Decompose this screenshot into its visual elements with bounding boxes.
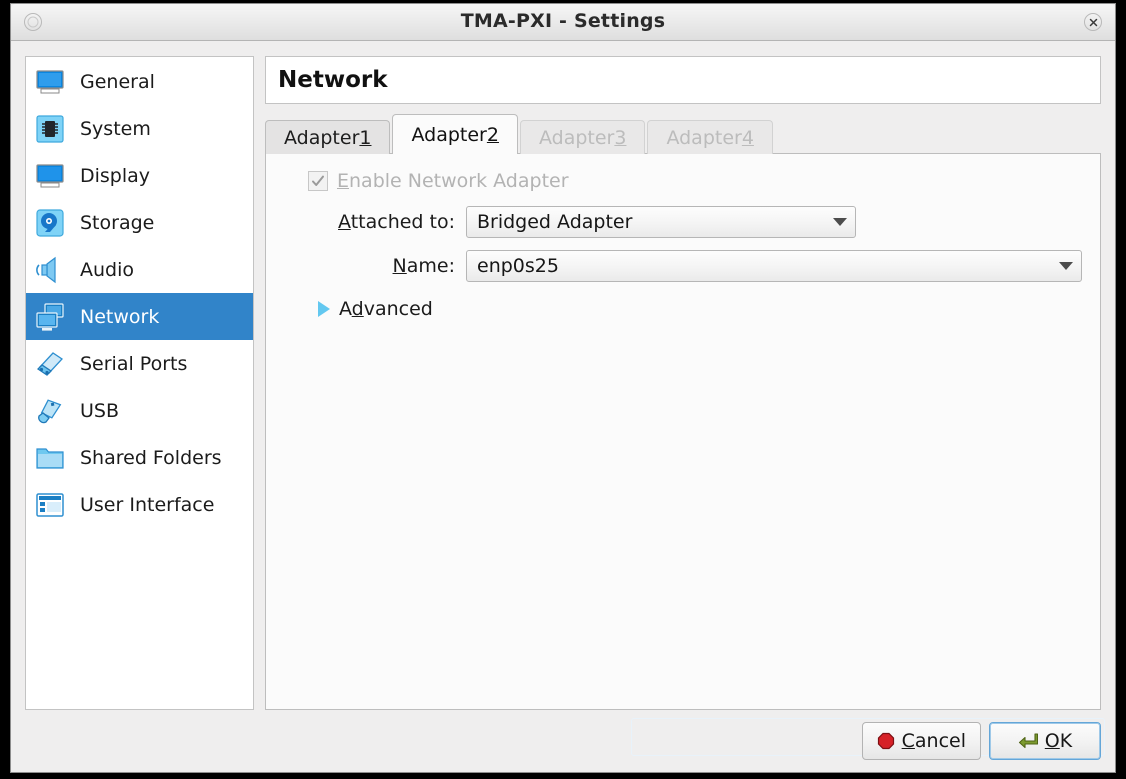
sidebar-item-label: Serial Ports: [80, 352, 188, 375]
enable-network-adapter-label: Enable Network Adapter: [337, 170, 569, 192]
tab-strip: Adapter 1 Adapter 2 Adapter 3 Adapter 4: [265, 114, 1101, 154]
sidebar-item-label: Audio: [80, 258, 135, 281]
dialog-footer: Cancel OK: [11, 710, 1115, 772]
sidebar-item-general[interactable]: General: [26, 58, 253, 105]
tab-adapter-4: Adapter 4: [647, 120, 773, 154]
close-icon[interactable]: [1084, 13, 1102, 31]
tab-mnemonic: 2: [486, 123, 499, 146]
right-pane: Network Adapter 1 Adapter 2 Adapter 3 Ad…: [265, 56, 1101, 710]
cancel-label: Cancel: [901, 730, 966, 752]
speaker-icon: [33, 253, 67, 287]
sidebar-item-label: Storage: [80, 211, 155, 234]
attached-to-value: Bridged Adapter: [477, 211, 633, 233]
sidebar-item-user-interface[interactable]: User Interface: [26, 481, 253, 528]
page-header: Network: [265, 56, 1101, 104]
monitor-display-icon: [33, 159, 67, 193]
sidebar-item-label: General: [80, 70, 155, 93]
ok-label: OK: [1044, 730, 1073, 752]
chevron-down-icon: [833, 218, 847, 226]
attached-to-combobox[interactable]: Bridged Adapter: [466, 206, 856, 238]
dialog-body: General System Display Storage Audio Net…: [11, 41, 1115, 772]
tab-mnemonic: 4: [741, 126, 754, 149]
hard-disk-icon: [33, 206, 67, 240]
tab-adapter-3: Adapter 3: [519, 120, 646, 154]
adapter-2-panel: Enable Network Adapter Attached to: Brid…: [265, 153, 1101, 710]
tab-label: Adapter: [666, 126, 742, 149]
name-row: Name: enp0s25: [278, 250, 1082, 282]
stop-sign-icon: [877, 732, 894, 750]
attached-to-row: Attached to: Bridged Adapter: [278, 206, 1082, 238]
tab-mnemonic: 1: [359, 126, 372, 149]
serial-port-icon: [33, 347, 67, 381]
advanced-disclosure[interactable]: Advanced: [278, 298, 1082, 320]
sidebar-item-shared-folders[interactable]: Shared Folders: [26, 434, 253, 481]
sidebar-item-display[interactable]: Display: [26, 152, 253, 199]
settings-window: TMA-PXI - Settings General System Displa…: [10, 3, 1116, 773]
advanced-label: Advanced: [339, 298, 433, 320]
settings-category-list[interactable]: General System Display Storage Audio Net…: [25, 56, 254, 710]
tab-adapter-1[interactable]: Adapter 1: [265, 120, 391, 154]
sidebar-item-label: System: [80, 117, 151, 140]
sidebar-item-usb[interactable]: USB: [26, 387, 253, 434]
sidebar-item-label: User Interface: [80, 493, 215, 516]
sidebar-item-label: USB: [80, 399, 120, 422]
network-monitors-icon: [33, 300, 67, 334]
sidebar-item-serial-ports[interactable]: Serial Ports: [26, 340, 253, 387]
monitor-general-icon: [33, 65, 67, 99]
triangle-right-icon: [318, 301, 330, 317]
adapter-tabs: Adapter 1 Adapter 2 Adapter 3 Adapter 4: [265, 114, 1101, 710]
sidebar-item-audio[interactable]: Audio: [26, 246, 253, 293]
tab-adapter-2[interactable]: Adapter 2: [392, 114, 518, 154]
ok-button[interactable]: OK: [989, 722, 1101, 760]
sidebar-item-storage[interactable]: Storage: [26, 199, 253, 246]
attached-to-label: Attached to:: [338, 211, 455, 233]
sidebar-item-network[interactable]: Network: [26, 293, 253, 340]
tab-label: Adapter: [538, 126, 615, 149]
enable-network-adapter-checkbox: [308, 171, 328, 191]
checkmark-icon: [312, 175, 324, 186]
sidebar-item-label: Shared Folders: [80, 446, 222, 469]
page-title: Network: [278, 67, 388, 93]
cpu-chip-icon: [33, 112, 67, 146]
sidebar-item-system[interactable]: System: [26, 105, 253, 152]
name-label: Name:: [392, 255, 455, 277]
usb-plug-icon: [33, 394, 67, 428]
tab-mnemonic: 3: [614, 126, 627, 149]
sidebar-item-label: Display: [80, 164, 151, 187]
cancel-button[interactable]: Cancel: [861, 722, 981, 760]
window-layout-icon: [33, 488, 67, 522]
title-bar: TMA-PXI - Settings: [11, 4, 1115, 41]
chevron-down-icon: [1059, 262, 1073, 270]
name-combobox[interactable]: enp0s25: [466, 250, 1082, 282]
folder-icon: [33, 441, 67, 475]
tab-label: Adapter: [284, 126, 360, 149]
content-area: General System Display Storage Audio Net…: [11, 41, 1115, 710]
tab-label: Adapter: [411, 123, 487, 146]
enter-arrow-icon: [1018, 733, 1038, 749]
sidebar-item-label: Network: [80, 305, 160, 328]
enable-network-adapter-row: Enable Network Adapter: [278, 170, 1082, 192]
window-title: TMA-PXI - Settings: [460, 10, 666, 32]
name-value: enp0s25: [477, 255, 559, 277]
